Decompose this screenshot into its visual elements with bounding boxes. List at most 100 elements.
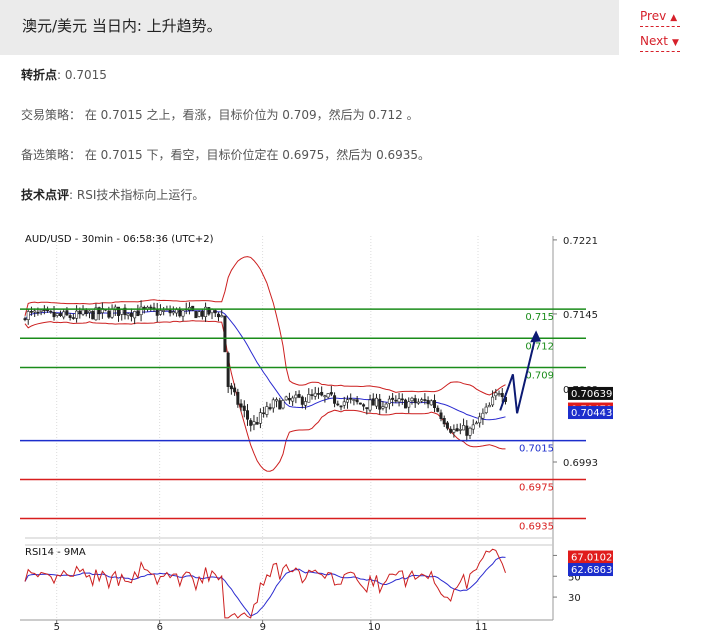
prev-link[interactable]: Prev ▲ — [640, 9, 680, 27]
candle-body — [87, 310, 91, 313]
candle-body — [487, 405, 491, 408]
candle-body — [420, 399, 424, 402]
candle-body — [226, 352, 230, 387]
candle-body — [239, 403, 243, 408]
candle-body — [49, 310, 53, 313]
candle-body — [252, 421, 256, 426]
candle-body — [355, 399, 359, 403]
candle-body — [365, 407, 369, 410]
level-label-0.7015: 0.7015 — [519, 444, 554, 455]
candle-body — [491, 396, 495, 406]
candle-body — [449, 428, 453, 433]
candle-body — [181, 310, 185, 317]
candle-body — [120, 309, 124, 315]
candle-body — [474, 422, 478, 425]
prev-label: Prev — [640, 9, 667, 23]
candle-body — [381, 406, 385, 409]
candle-body — [33, 310, 37, 313]
pagination-nav: Prev ▲ Next ▼ — [640, 9, 680, 59]
candle-body — [465, 425, 469, 436]
candle-body — [213, 310, 217, 314]
candle-body — [246, 410, 250, 420]
candle-body — [294, 394, 298, 399]
candle-body — [478, 416, 482, 424]
candle-body — [371, 398, 375, 406]
candle-body — [374, 397, 378, 407]
candle-body — [110, 308, 114, 318]
candle-body — [284, 396, 288, 401]
rsi-title: RSI14 - 9MA — [25, 547, 86, 558]
candle-body — [216, 313, 220, 318]
candle-body — [452, 429, 456, 433]
comment-line: 技术点评: RSI技术指标向上运行。 — [21, 186, 204, 203]
comment-label: 技术点评 — [21, 188, 70, 202]
candle-body — [307, 394, 311, 403]
strategy-label: 交易策略 — [21, 108, 70, 122]
candle-body — [81, 309, 85, 315]
alternative-label: 备选策略 — [21, 148, 70, 162]
candle-body — [471, 424, 475, 430]
candle-body — [436, 407, 440, 412]
candle-body — [26, 311, 30, 320]
candle-body — [107, 310, 111, 318]
x-tick-label: 10 — [368, 622, 381, 633]
price-badge-label-ma: 0.70443 — [571, 408, 612, 419]
page-title: 澳元/美元 当日内: 上升趋势。 — [22, 17, 222, 35]
candle-body — [320, 391, 324, 396]
price-badge-label-last: 0.70639 — [571, 389, 612, 400]
candle-body — [265, 406, 269, 415]
candle-body — [326, 393, 330, 398]
candle-body — [197, 311, 201, 317]
candle-body — [178, 308, 182, 317]
x-tick-label: 5 — [54, 622, 60, 633]
candle-body — [358, 402, 362, 405]
candle-body — [36, 311, 40, 314]
candle-body — [413, 398, 417, 404]
candle-body — [500, 393, 504, 397]
next-link[interactable]: Next ▼ — [640, 34, 680, 52]
candle-body — [291, 397, 295, 402]
candle-body — [149, 306, 153, 309]
candle-body — [220, 315, 224, 318]
next-label: Next — [640, 34, 668, 48]
x-tick-label: 11 — [475, 622, 488, 633]
candle-body — [458, 429, 462, 431]
y-tick-label: 0.7221 — [563, 236, 598, 247]
candle-body — [316, 393, 320, 395]
candle-body — [139, 306, 143, 316]
candle-body — [378, 398, 382, 410]
candle-body — [55, 313, 59, 316]
candle-body — [162, 310, 166, 312]
candle-body — [304, 401, 308, 406]
level-label-0.709: 0.709 — [525, 371, 554, 382]
level-label-0.715: 0.715 — [525, 312, 554, 323]
candle-body — [387, 398, 391, 404]
candle-body — [78, 310, 82, 315]
candle-body — [384, 403, 388, 408]
candle-body — [368, 399, 372, 411]
candle-body — [278, 400, 282, 410]
y-tick-label: 0.6993 — [563, 458, 598, 469]
candle-body — [352, 399, 356, 401]
pivot-label: 转折点 — [21, 68, 58, 82]
forecast-arrowhead — [530, 330, 542, 343]
x-tick-label: 6 — [157, 622, 163, 633]
candle-body — [58, 313, 62, 316]
alternative-line: 备选策略： 在 0.7015 下，看空，目标价位定在 0.6975，然后为 0.… — [21, 146, 430, 163]
candle-body — [433, 400, 437, 408]
candle-body — [84, 310, 88, 315]
comment-text: : RSI技术指标向上运行。 — [69, 188, 205, 202]
candle-body — [223, 315, 227, 353]
candle-body — [68, 315, 72, 318]
candle-body — [407, 401, 411, 408]
candle-body — [339, 405, 343, 408]
candle-body — [481, 412, 485, 419]
bollinger-lower-band — [24, 320, 506, 472]
alternative-text: ： 在 0.7015 下，看空，目标价位定在 0.6975，然后为 0.6935… — [69, 148, 431, 162]
candle-body — [233, 387, 237, 393]
candle-body — [23, 318, 27, 321]
candle-body — [91, 310, 95, 320]
candle-body — [410, 397, 414, 402]
candle-body — [423, 399, 427, 401]
pivot-line: 转折点: 0.7015 — [21, 66, 107, 83]
